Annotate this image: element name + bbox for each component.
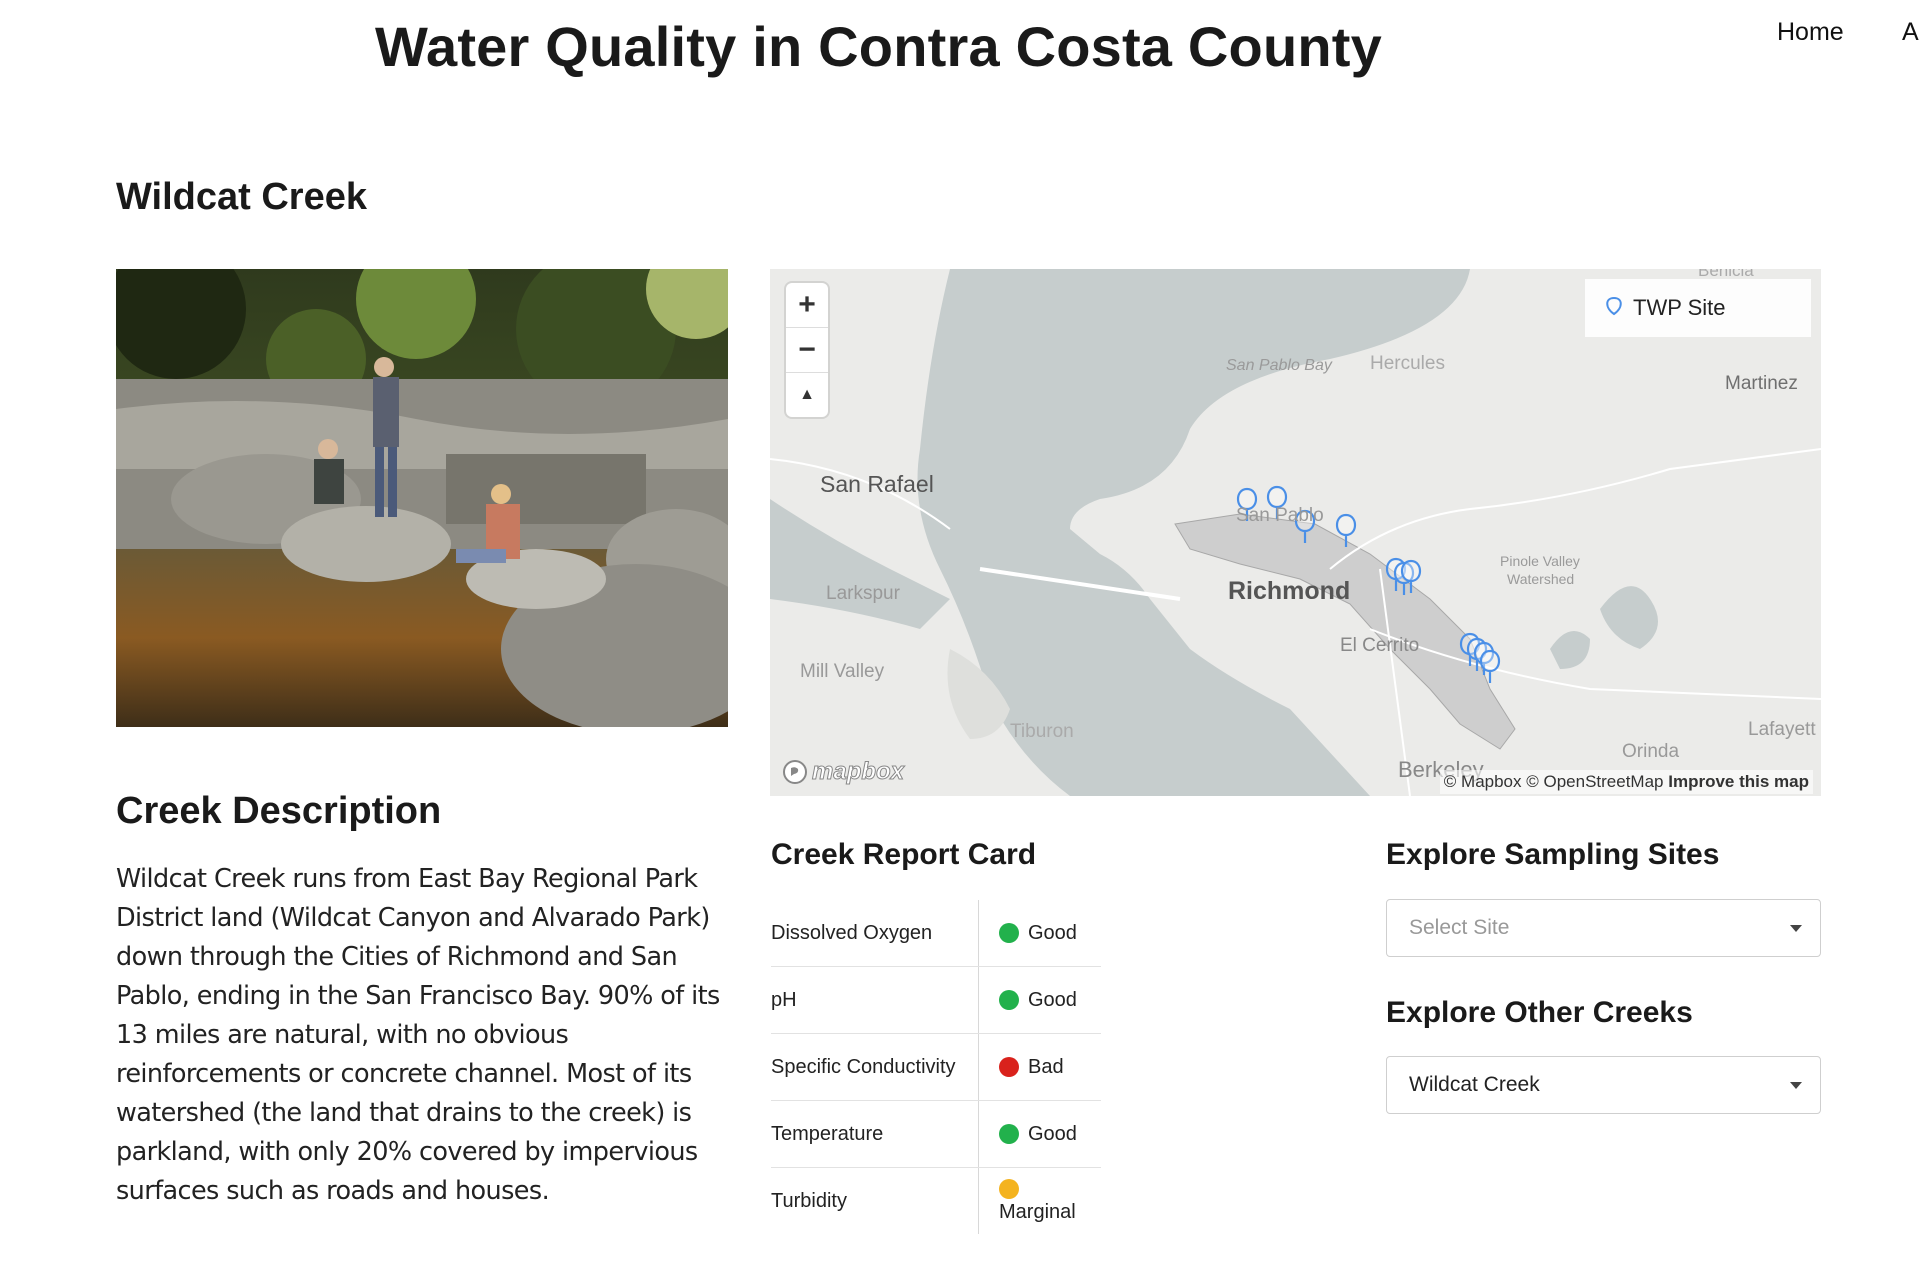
nav-home-link[interactable]: Home	[1777, 18, 1844, 47]
map-label-mill-valley: Mill Valley	[800, 661, 885, 682]
status-dot-icon	[999, 1123, 1019, 1144]
status-dot-icon	[999, 1179, 1019, 1199]
map-label-san-rafael: San Rafael	[820, 471, 934, 497]
select-site-placeholder: Select Site	[1409, 916, 1510, 939]
report-status: Good	[978, 900, 1101, 967]
report-status: Bad	[978, 1033, 1101, 1101]
site-title: Water Quality in Contra Costa County	[375, 15, 1382, 78]
explore-creeks-heading: Explore Other Creeks	[1386, 996, 1693, 1029]
report-parameter: Specific Conductivity	[771, 1033, 979, 1101]
report-status-label: Good	[1028, 988, 1077, 1011]
report-status-label: Good	[1028, 921, 1077, 944]
map-label-tiburon: Tiburon	[1010, 721, 1074, 742]
status-dot-icon	[999, 989, 1019, 1010]
report-status-label: Bad	[1028, 1055, 1064, 1078]
map-label-el-cerrito: El Cerrito	[1340, 635, 1420, 656]
report-status: Good	[978, 1100, 1101, 1168]
creek-map[interactable]: San Pablo Bay Hercules Martinez Benicia …	[770, 269, 1821, 796]
map-basemap	[770, 269, 1821, 796]
report-parameter: Dissolved Oxygen	[771, 900, 979, 967]
mapbox-logo[interactable]: mapbox	[782, 758, 905, 786]
map-label-martinez: Martinez	[1725, 373, 1798, 394]
report-row: Temperature Good	[771, 1100, 1101, 1168]
map-legend-label: TWP Site	[1633, 295, 1726, 320]
report-status: Good	[978, 966, 1101, 1034]
zoom-out-button[interactable]: −	[786, 328, 828, 373]
select-site-dropdown[interactable]: Select Site	[1386, 899, 1821, 957]
chevron-down-icon	[1790, 1081, 1802, 1089]
compass-button[interactable]: ▲	[786, 373, 828, 417]
map-legend: TWP Site	[1585, 279, 1811, 337]
report-status-label: Marginal	[999, 1201, 1076, 1223]
map-controls: + − ▲	[786, 283, 828, 417]
status-dot-icon	[999, 1056, 1019, 1077]
creek-name-heading: Wildcat Creek	[116, 176, 367, 218]
report-row: Turbidity Marginal	[771, 1167, 1102, 1235]
select-creek-value: Wildcat Creek	[1409, 1073, 1540, 1096]
map-label-san-pablo: San Pablo	[1236, 505, 1324, 526]
chevron-down-icon	[1790, 924, 1802, 932]
improve-map-link[interactable]: Improve this map	[1668, 772, 1809, 791]
map-label-pinole-valley: Pinole Valley	[1500, 553, 1580, 569]
nav-about-link[interactable]: A	[1902, 18, 1919, 47]
map-pin-icon	[1606, 296, 1622, 316]
report-card-heading: Creek Report Card	[771, 838, 1037, 871]
creek-photo	[116, 269, 728, 727]
report-parameter: Temperature	[771, 1100, 979, 1168]
map-label-richmond: Richmond	[1228, 577, 1351, 605]
creek-description-text: Wildcat Creek runs from East Bay Regiona…	[116, 864, 720, 1206]
mapbox-logo-text: mapbox	[811, 758, 905, 786]
report-parameter: Turbidity	[771, 1167, 979, 1234]
map-label-orinda: Orinda	[1622, 741, 1680, 762]
report-parameter: pH	[771, 966, 979, 1034]
mapbox-logo-icon	[783, 760, 807, 784]
status-dot-icon	[999, 922, 1019, 943]
map-label-hercules: Hercules	[1370, 353, 1445, 374]
explore-sites-heading: Explore Sampling Sites	[1386, 838, 1720, 871]
report-card-table: Dissolved Oxygen Good pH Good Specific C…	[771, 900, 1101, 1234]
map-label-larkspur: Larkspur	[826, 583, 900, 604]
report-status-label: Good	[1028, 1122, 1077, 1145]
compass-icon: ▲	[799, 386, 815, 403]
select-creek-dropdown[interactable]: Wildcat Creek	[1386, 1056, 1821, 1114]
map-attribution: © Mapbox © OpenStreetMap Improve this ma…	[1439, 770, 1813, 794]
creek-description-heading: Creek Description	[116, 790, 442, 832]
report-row: Specific Conductivity Bad	[771, 1033, 1101, 1101]
report-status: Marginal	[979, 1168, 1102, 1235]
map-label-lafayette: Lafayett	[1748, 719, 1816, 740]
map-label-san-pablo-bay: San Pablo Bay	[1226, 357, 1332, 374]
map-label-watershed: Watershed	[1507, 571, 1575, 587]
zoom-in-button[interactable]: +	[786, 283, 828, 328]
report-row: pH Good	[771, 966, 1101, 1034]
map-attribution-text[interactable]: © Mapbox © OpenStreetMap	[1444, 772, 1664, 791]
report-row: Dissolved Oxygen Good	[771, 900, 1101, 967]
